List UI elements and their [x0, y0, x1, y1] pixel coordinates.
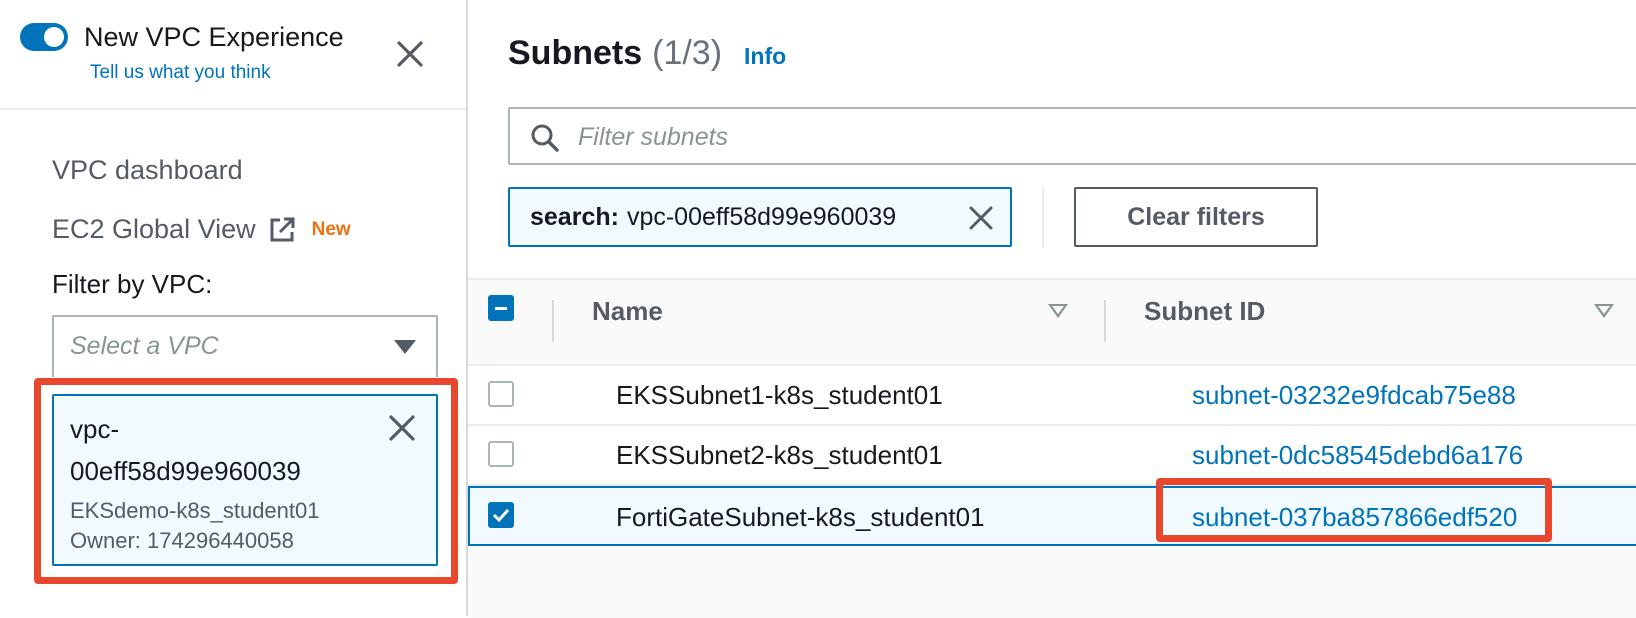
- checkmark-icon: [492, 508, 510, 523]
- sort-icon[interactable]: [1594, 304, 1614, 318]
- subnet-id-link[interactable]: subnet-0dc58545debd6a176: [1192, 440, 1523, 471]
- highlight-annotation-vpc: [34, 378, 458, 584]
- subnet-name: FortiGateSubnet-k8s_student01: [616, 502, 985, 532]
- side-navigation: New VPC Experience Tell us what you thin…: [0, 0, 468, 616]
- table-header: Name Subnet ID: [468, 280, 1636, 366]
- vpc-select-dropdown[interactable]: Select a VPC: [52, 315, 438, 377]
- column-header-name[interactable]: Name: [592, 296, 663, 327]
- filter-token: search: vpc-00eff58d99e960039: [508, 187, 1012, 247]
- column-separator: [552, 300, 554, 342]
- clear-filters-button[interactable]: Clear filters: [1074, 187, 1318, 247]
- row-checkbox[interactable]: [488, 381, 514, 407]
- filter-token-key: search:: [530, 202, 619, 231]
- dropdown-caret-icon: [394, 340, 416, 354]
- vpc-select-placeholder: Select a VPC: [70, 332, 219, 360]
- subnet-name: EKSSubnet2-k8s_student01: [616, 440, 943, 470]
- subnet-id-link[interactable]: subnet-03232e9fdcab75e88: [1192, 380, 1516, 411]
- new-badge: New: [311, 218, 351, 240]
- sidebar-header: New VPC Experience Tell us what you thin…: [0, 0, 466, 110]
- subnets-table: Name Subnet ID EKSSubnet1-k8s_student01 …: [468, 278, 1636, 618]
- select-all-checkbox[interactable]: [488, 295, 514, 321]
- close-icon[interactable]: [396, 40, 424, 68]
- filter-subnets-input[interactable]: Filter subnets: [508, 107, 1636, 165]
- search-placeholder: Filter subnets: [578, 123, 729, 151]
- nav-vpc-dashboard[interactable]: VPC dashboard: [52, 155, 243, 186]
- filter-by-vpc-label: Filter by VPC:: [52, 269, 213, 299]
- nav-ec2-global-view-label: EC2 Global View: [52, 214, 256, 244]
- filter-token-value: vpc-00eff58d99e960039: [626, 202, 897, 231]
- experience-title: New VPC Experience: [84, 22, 344, 52]
- remove-filter-close-icon[interactable]: [968, 205, 994, 231]
- table-row[interactable]: EKSSubnet2-k8s_student01 subnet-0dc58545…: [468, 426, 1636, 486]
- sort-icon[interactable]: [1048, 304, 1068, 318]
- divider: [1042, 186, 1044, 248]
- highlight-annotation-subnet-id: [1156, 478, 1552, 542]
- column-separator: [1104, 300, 1106, 342]
- column-header-subnet-id[interactable]: Subnet ID: [1144, 296, 1265, 327]
- info-link[interactable]: Info: [744, 43, 786, 70]
- page-title: Subnets: [508, 34, 643, 72]
- external-link-icon: [270, 217, 295, 241]
- feedback-link[interactable]: Tell us what you think: [90, 62, 271, 84]
- table-row[interactable]: EKSSubnet1-k8s_student01 subnet-03232e9f…: [468, 366, 1636, 426]
- row-checkbox[interactable]: [488, 441, 514, 467]
- subnet-name: EKSSubnet1-k8s_student01: [616, 380, 943, 410]
- new-vpc-experience-toggle[interactable]: [20, 23, 68, 51]
- search-icon: [531, 124, 559, 152]
- selection-count: (1/3): [652, 34, 723, 72]
- row-checkbox-checked[interactable]: [488, 502, 514, 528]
- nav-ec2-global-view[interactable]: EC2 Global View New: [52, 214, 351, 245]
- page-header: Subnets (1/3) Info: [508, 34, 786, 73]
